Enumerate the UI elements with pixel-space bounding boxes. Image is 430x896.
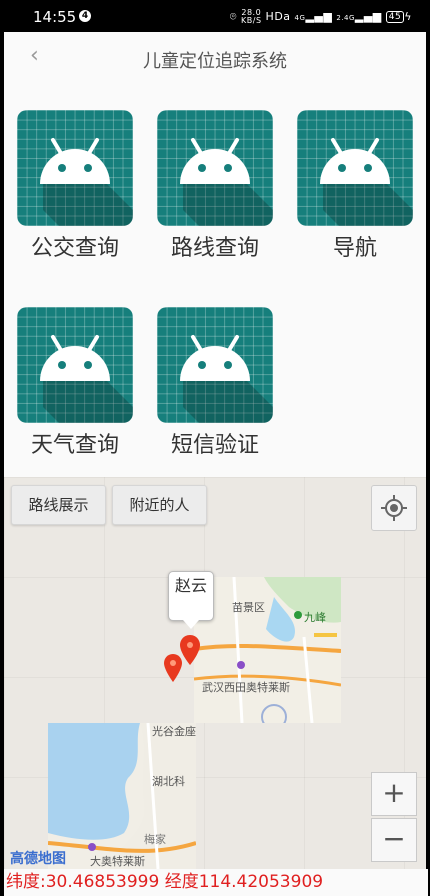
tile-weather-query[interactable]: 天气查询 xyxy=(15,307,135,458)
android-robot-icon xyxy=(17,110,133,226)
net-speed: 28.0 KB/S xyxy=(241,8,262,25)
tile-label: 公交查询 xyxy=(30,236,119,261)
zoom-in-button[interactable]: + xyxy=(371,772,417,816)
map-label: 大奥特莱斯 xyxy=(90,855,145,868)
map-label: 梅家 xyxy=(144,833,166,846)
tile-label: 路线查询 xyxy=(170,236,259,261)
location-icon: ⌾ xyxy=(229,10,238,23)
charging-icon: ϟ xyxy=(404,10,412,23)
tile-sms-verify[interactable]: 短信验证 xyxy=(155,307,275,458)
tile-navigation[interactable]: 导航 xyxy=(295,110,415,261)
tile-label: 导航 xyxy=(332,236,377,261)
signal-bars-icon-2: ▂▄▆ xyxy=(354,10,382,23)
map-tile: 光谷金座 湖北科 梅家 大奥特莱斯 xyxy=(48,723,196,869)
map-label: 苗景区 xyxy=(232,601,265,614)
location-marker-icon[interactable] xyxy=(180,635,200,665)
tile-label: 天气查询 xyxy=(30,433,119,458)
tile-route-query[interactable]: 路线查询 xyxy=(155,110,275,261)
map-tile: 苗景区 九峰 武汉西田奥特莱斯 xyxy=(194,577,341,723)
map-brand-logo: 高德地图 xyxy=(10,851,66,867)
crosshair-icon xyxy=(381,495,407,521)
map-label: 光谷金座 xyxy=(152,725,196,738)
signal-icon-2: 2.4G xyxy=(336,14,355,22)
location-marker-icon[interactable] xyxy=(164,654,182,682)
user-callout[interactable]: 赵云 xyxy=(168,571,214,629)
notification-badge: 4 xyxy=(79,10,91,22)
map-label: 湖北科 xyxy=(152,775,185,788)
android-robot-icon xyxy=(297,110,413,226)
header: ‹ 儿童定位追踪系统 xyxy=(4,32,426,84)
nearby-people-button[interactable]: 附近的人 xyxy=(112,485,207,525)
tile-bus-query[interactable]: 公交查询 xyxy=(15,110,135,261)
page-title: 儿童定位追踪系统 xyxy=(143,51,287,72)
map-label: 武汉西田奥特莱斯 xyxy=(202,681,290,694)
status-right: ⌾ 28.0 KB/S HDa 4G▂▄▆ 2.4G▂▄▆ 45 ϟ xyxy=(230,9,412,25)
map-view[interactable]: 苗景区 九峰 武汉西田奥特莱斯 光谷金座 湖北科 梅家 大奥特莱斯 路线展示 附… xyxy=(4,477,426,869)
route-display-button[interactable]: 路线展示 xyxy=(11,485,106,525)
hd-label: HDa xyxy=(265,10,291,23)
android-robot-icon xyxy=(157,307,273,423)
tile-label: 短信验证 xyxy=(170,433,259,458)
zoom-out-button[interactable]: − xyxy=(371,818,417,862)
signal-icon: 4G xyxy=(294,14,306,22)
battery-icon: 45 xyxy=(385,11,405,23)
android-robot-icon xyxy=(17,307,133,423)
status-bar: 14:55 4 ⌾ 28.0 KB/S HDa 4G▂▄▆ 2.4G▂▄▆ 45 ϟ xyxy=(0,0,430,32)
app-screen: ‹ 儿童定位追踪系统 公交查询 路线查询 导航 天气查询 短信验证 苗景区 九峰… xyxy=(4,32,428,896)
map-label: 九峰 xyxy=(304,611,326,624)
status-time: 14:55 xyxy=(33,8,77,26)
android-robot-icon xyxy=(157,110,273,226)
signal-bars-icon: ▂▄▆ xyxy=(305,10,333,23)
coordinates-text: 纬度:30.46853999 经度114.42053909 xyxy=(4,869,428,896)
locate-button[interactable] xyxy=(371,485,417,531)
